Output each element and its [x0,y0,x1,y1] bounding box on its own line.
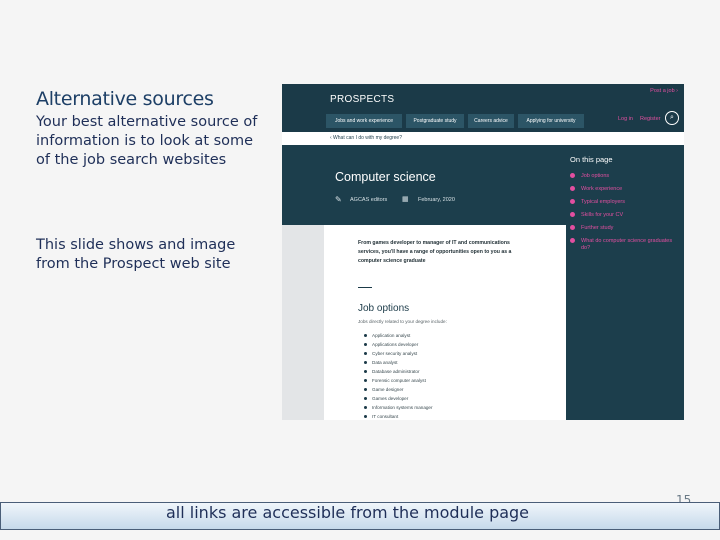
list-item[interactable]: Applications developer [364,340,433,349]
pencil-icon: ✎ [335,195,342,204]
breadcrumb-link[interactable]: ‹ What can I do with my degree? [330,135,402,141]
nav-tab-applying[interactable]: Applying for university [518,114,584,128]
divider [358,287,372,288]
breadcrumb: ‹ What can I do with my degree? [282,132,684,145]
list-item[interactable]: IT consultant [364,412,433,420]
calendar-icon: ▦ [402,196,409,203]
on-this-page-link[interactable]: Skills for your CV [570,212,680,219]
job-options-intro: Jobs directly related to your degree inc… [358,319,447,324]
on-this-page-link[interactable]: Further study [570,225,680,232]
list-item[interactable]: Information systems manager [364,403,433,412]
on-this-page-heading: On this page [570,155,613,164]
register-link[interactable]: Register [640,116,660,122]
list-item[interactable]: Forensic computer analyst [364,376,433,385]
site-header: PROSPECTS Post a job › [282,84,684,110]
nav-tab-postgraduate[interactable]: Postgraduate study [406,114,464,128]
on-this-page-list: Job options Work experience Typical empl… [570,173,680,258]
list-item[interactable]: Database administrator [364,367,433,376]
article-hero: Computer science ✎ AGCAS editors ▦ Febru… [282,145,566,225]
slide-title: Alternative sources [36,88,214,110]
nav-tab-careers[interactable]: Careers advice [468,114,514,128]
post-job-link[interactable]: Post a job › [650,88,678,94]
publish-date: February, 2020 [418,197,455,203]
author: AGCAS editors [350,197,388,203]
on-this-page-link[interactable]: What do computer science graduates do? [570,238,680,251]
job-options-heading: Job options [358,303,410,314]
on-this-page-panel: On this page Job options Work experience… [566,145,684,420]
body-paragraph-2: This slide shows and image from the Pros… [36,237,236,272]
on-this-page-link[interactable]: Typical employers [570,199,680,206]
article-content: From games developer to manager of IT an… [324,225,566,420]
body-paragraph-1: Your best alternative source of informat… [36,114,258,168]
search-icon[interactable]: ⌕ [665,111,679,125]
list-item[interactable]: Data analyst [364,358,433,367]
login-link[interactable]: Log in [618,116,633,122]
on-this-page-link[interactable]: Job options [570,173,680,180]
site-logo[interactable]: PROSPECTS [330,94,394,105]
footer-text: all links are accessible from the module… [166,503,530,522]
article-intro: From games developer to manager of IT an… [358,240,512,264]
list-item[interactable]: Game designer [364,385,433,394]
list-item[interactable]: Application analyst [364,331,433,340]
list-item[interactable]: Cyber security analyst [364,349,433,358]
nav-tab-jobs[interactable]: Jobs and work experience [326,114,402,128]
prospects-screenshot: PROSPECTS Post a job › Jobs and work exp… [282,84,684,420]
left-margin [282,225,324,420]
page-title: Computer science [335,170,436,184]
job-list: Application analyst Applications develop… [364,331,433,420]
list-item[interactable]: Games developer [364,394,433,403]
on-this-page-link[interactable]: Work experience [570,186,680,193]
